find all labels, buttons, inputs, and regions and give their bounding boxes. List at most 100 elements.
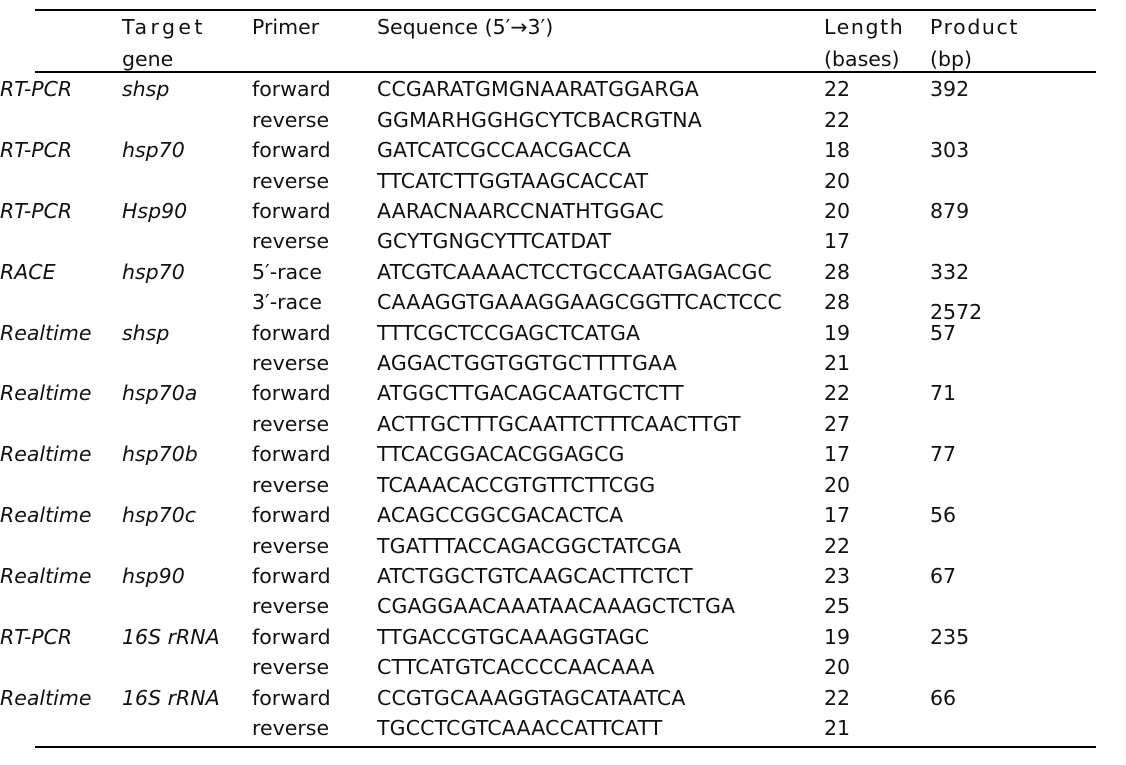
cell-method: RT-PCR [0, 199, 73, 224]
cell-primer-direction: forward [252, 685, 331, 710]
cell-primer-direction: forward [252, 381, 331, 406]
cell-method [0, 713, 122, 743]
table-row: Realtime hsp70b forward TTCACGGACACGGAGCG 17… [0, 439, 1126, 469]
row-spacer-cell [1078, 500, 1126, 530]
cell-sequence: ACAGCCGGCGACACTCA [377, 503, 624, 528]
cell-method [0, 531, 122, 561]
cell-length: 22 [824, 533, 851, 558]
cell-primer-direction: forward [252, 77, 331, 102]
cell-product-size [930, 348, 1078, 378]
cell-product-size [930, 531, 1078, 561]
cell-length: 25 [824, 594, 851, 619]
row-spacer-cell [1078, 439, 1126, 469]
table-row: RT-PCR shsp forward CCGARATGMGNAARATGGARGA 2… [0, 74, 1126, 104]
primer-table-figure: Target Primer Sequence (5′→3′) Length Pr… [0, 0, 1126, 765]
row-spacer-cell [1078, 591, 1126, 621]
cell-primer-direction: reverse [252, 107, 330, 132]
cell-primer-direction: reverse [252, 229, 330, 254]
cell-length: 22 [824, 77, 851, 102]
table-row: reverse TGCCTCGTCAAACCATTCATT 21 [0, 713, 1126, 743]
cell-target-gene [122, 287, 252, 317]
cell-length: 20 [824, 168, 851, 193]
cell-method [0, 470, 122, 500]
cell-sequence: TGCCTCGTCAAACCATTCATT [377, 715, 663, 740]
cell-method: Realtime [0, 442, 92, 467]
cell-target-gene: hsp90 [122, 563, 185, 588]
cell-sequence: TGATTTACCAGACGGCTATCGA [377, 533, 682, 558]
table-row: reverse GGMARHGGHGCYTCBACRGTNA 22 [0, 105, 1126, 135]
cell-product-size [930, 713, 1078, 743]
cell-product-size [930, 105, 1078, 135]
column-header-length: Length [824, 15, 905, 39]
cell-length: 21 [824, 715, 851, 740]
row-spacer-cell [1078, 287, 1126, 317]
row-spacer-cell [1078, 409, 1126, 439]
table-row: reverse ACTTGCTTTGCAATTCTTTCAACTTGT 27 [0, 409, 1126, 439]
cell-primer-direction: forward [252, 199, 331, 224]
cell-sequence: CCGARATGMGNAARATGGARGA [377, 77, 699, 102]
cell-product-size: 235 [930, 624, 970, 649]
cell-target-gene [122, 105, 252, 135]
table-row: RT-PCR Hsp90 forward AARACNAARCCNATHTGGAC 20… [0, 196, 1126, 226]
cell-method: Realtime [0, 563, 92, 588]
cell-product-size [930, 166, 1078, 196]
cell-target-gene: shsp [122, 77, 170, 102]
cell-sequence: AGGACTGGTGGTGCTTTTGAA [377, 351, 677, 376]
cell-primer-direction: reverse [252, 351, 330, 376]
cell-product-size: 392 [930, 77, 970, 102]
cell-method [0, 348, 122, 378]
cell-primer-direction: reverse [252, 715, 330, 740]
cell-target-gene [122, 470, 252, 500]
row-spacer-cell [1078, 683, 1126, 713]
cell-target-gene: Hsp90 [122, 199, 188, 224]
table-row: reverse TGATTTACCAGACGGCTATCGA 22 [0, 531, 1126, 561]
cell-primer-direction: 3′-race [252, 290, 322, 315]
cell-target-gene: hsp70b [122, 442, 198, 467]
cell-sequence: CTTCATGTCACCCCAACAAA [377, 655, 655, 680]
cell-primer-direction: 5′-race [252, 259, 322, 284]
cell-method [0, 409, 122, 439]
cell-length: 19 [824, 624, 851, 649]
cell-primer-direction: forward [252, 624, 331, 649]
table-header-row-1: Target Primer Sequence (5′→3′) Length Pr… [0, 0, 1126, 44]
cell-target-gene [122, 226, 252, 256]
cell-product-size: 71 [930, 381, 957, 406]
cell-length: 20 [824, 655, 851, 680]
cell-length: 22 [824, 107, 851, 132]
cell-sequence: CAAAGGTGAAAGGAAGCGGTTCACTCCC [377, 290, 782, 315]
cell-product-size [930, 226, 1078, 256]
cell-method [0, 591, 122, 621]
cell-sequence: AARACNAARCCNATHTGGAC [377, 199, 664, 224]
cell-length: 27 [824, 411, 851, 436]
cell-method: RT-PCR [0, 138, 73, 163]
cell-product-size [930, 409, 1078, 439]
cell-method [0, 166, 122, 196]
cell-target-gene: hsp70a [122, 381, 198, 406]
cell-sequence: ATCGTCAAAACTCCTGCCAATGAGACGC [377, 259, 772, 284]
cell-sequence: GATCATCGCCAACGACCA [377, 138, 632, 163]
cell-method [0, 287, 122, 317]
cell-primer-direction: reverse [252, 533, 330, 558]
cell-product-size: 332 [930, 259, 970, 284]
cell-length: 28 [824, 290, 851, 315]
cell-primer-direction: reverse [252, 594, 330, 619]
cell-length: 17 [824, 229, 851, 254]
cell-target-gene: shsp [122, 320, 170, 345]
cell-method: RT-PCR [0, 77, 73, 102]
table-row: RT-PCR hsp70 forward GATCATCGCCAACGACCA 18 30… [0, 135, 1126, 165]
cell-primer-direction: reverse [252, 472, 330, 497]
table-header-row-2: gene (bases) (bp) [0, 44, 1126, 74]
table-row: reverse CTTCATGTCACCCCAACAAA 20 [0, 652, 1126, 682]
cell-method: Realtime [0, 320, 92, 345]
cell-length: 21 [824, 351, 851, 376]
cell-method [0, 226, 122, 256]
cell-target-gene [122, 652, 252, 682]
row-spacer-cell [1078, 166, 1126, 196]
cell-product-size [930, 591, 1078, 621]
table-bottom-rule [35, 746, 1096, 748]
column-subheader-length-units: (bases) [824, 47, 900, 71]
cell-sequence: TTCATCTTGGTAAGCACCAT [377, 168, 649, 193]
table-body: RT-PCR shsp forward CCGARATGMGNAARATGGARGA 2… [0, 74, 1126, 743]
header-spacer-cell [1078, 0, 1126, 44]
row-spacer-cell [1078, 652, 1126, 682]
